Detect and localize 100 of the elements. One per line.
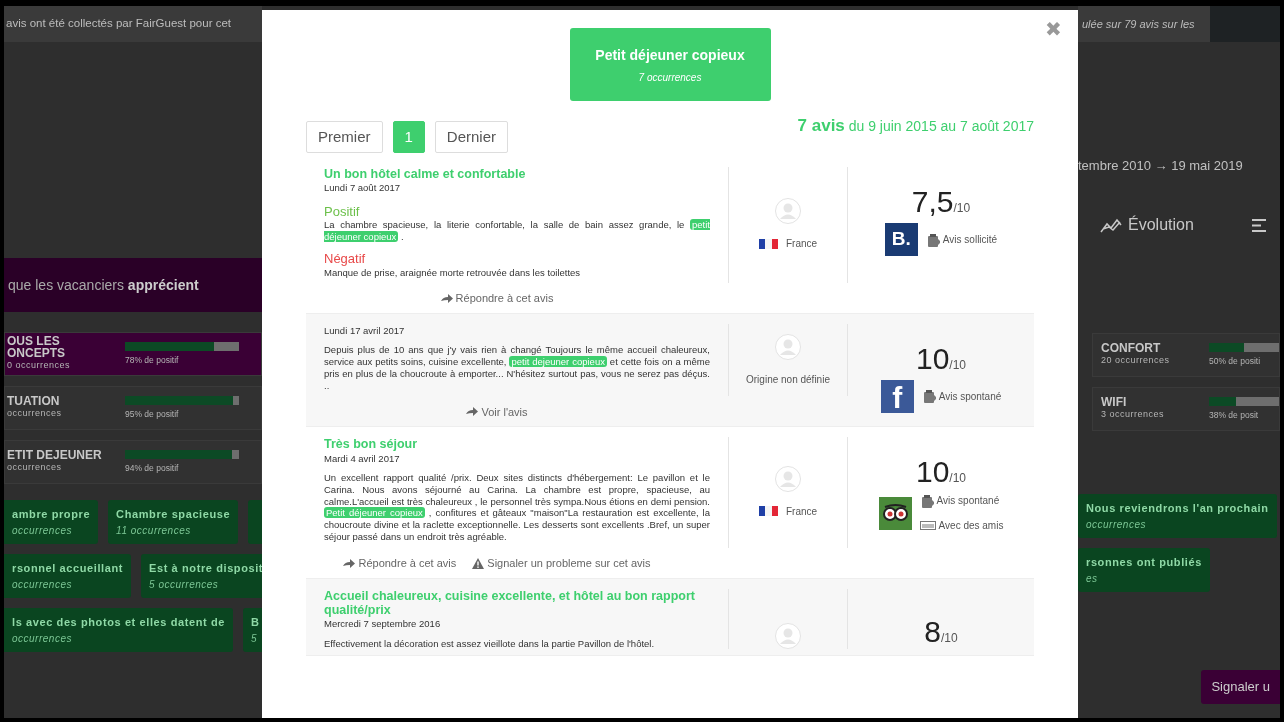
occurrence-count: occurrences bbox=[12, 577, 73, 592]
occurrence-count: occurrences bbox=[12, 631, 73, 646]
avatar-icon bbox=[775, 333, 801, 360]
positive-percentage: 50% de positi bbox=[1209, 354, 1262, 368]
group-icon bbox=[919, 521, 936, 531]
arrow-icon bbox=[343, 558, 356, 568]
page-button[interactable]: Premier bbox=[306, 121, 383, 153]
positive-percentage: 94% de positif bbox=[125, 461, 180, 475]
score: 8/10 bbox=[924, 616, 958, 647]
review-title: Un bon hôtel calme et confortable bbox=[324, 167, 527, 182]
booking-logo: B. bbox=[884, 223, 918, 256]
review-text: La chambre spacieuse, la literie confortable, la salle de bain assez grande, le petit déjeuner copieux . bbox=[324, 219, 710, 243]
avatar-icon bbox=[775, 623, 801, 650]
positive-label: Positif bbox=[324, 203, 361, 220]
warning-icon bbox=[472, 557, 485, 569]
score: 7,5/10 bbox=[911, 187, 971, 217]
flag-icon bbox=[758, 238, 778, 249]
concept-name: ETIT DEJEUNER bbox=[7, 449, 103, 462]
concept-row[interactable]: ETIT DEJEUNER occurrences 94% de positif bbox=[4, 440, 262, 484]
concept-name: TUATION bbox=[7, 395, 61, 408]
country-name: France bbox=[785, 504, 818, 519]
occurrence-count: occurrences bbox=[7, 461, 63, 475]
concept-title: Petit déjeuner copieux bbox=[594, 46, 746, 65]
concept-row[interactable]: WIFI 3 occurrences 38% de posit bbox=[1092, 387, 1280, 431]
occurrence-count: occurrences bbox=[7, 407, 63, 421]
flag-icon bbox=[758, 506, 778, 517]
concept-tag[interactable]: ls avec des photos et elles datent de occurrences bbox=[4, 608, 233, 652]
occurrence-count: 3 occurrences bbox=[1101, 408, 1166, 422]
report-link[interactable]: Signaler un probleme sur cet avis bbox=[472, 555, 651, 572]
occurrence-count: es bbox=[1086, 571, 1099, 586]
tag-label: ambre propre bbox=[12, 507, 91, 522]
concept-name: WIFI bbox=[1101, 396, 1128, 409]
concept-name: OUS LES ONCEPTS bbox=[7, 335, 66, 360]
country-name: France bbox=[785, 237, 818, 252]
review-text: Depuis plus de 10 ans que j'y vais rien à changé Toujours le même accueil chaleureux, service aux petits soins, cuisine excellente, petit dejeuner copieux et cette fois on a même pris en plus de la choucroute à emporter... N'hésitez surtout pas, vous ne serez pas déçus. .. bbox=[324, 344, 710, 392]
review-summary: 7 avis du 9 juin 2015 au 7 août 2017 bbox=[797, 115, 1034, 137]
occurrence-count: 20 occurrences bbox=[1101, 354, 1171, 368]
arrow-icon bbox=[440, 294, 453, 304]
occurrence-count: 5 occurrences bbox=[149, 577, 220, 592]
tag-label: rsonnel accueillant bbox=[12, 561, 124, 576]
trip-type: Avec des amis bbox=[938, 519, 1004, 534]
menu-icon bbox=[1252, 218, 1266, 232]
avatar-icon bbox=[775, 198, 801, 225]
occurrence-count: 11 occurrences bbox=[116, 523, 192, 538]
header-text: avis ont été collectés par FairGuest pour cet bbox=[6, 16, 231, 32]
concept-tag[interactable]: ambre propre occurrences bbox=[4, 500, 99, 544]
page-button[interactable]: Dernier bbox=[434, 121, 509, 153]
review-date: Mardi 4 avril 2017 bbox=[324, 451, 401, 466]
concept-row[interactable]: TUATION occurrences 95% de positif bbox=[4, 386, 262, 430]
owl-logo bbox=[878, 496, 912, 530]
view-link[interactable]: Voir l'avis bbox=[466, 403, 528, 421]
review-title: Accueil chaleureux, cuisine excellente, et hôtel au bon rapport qualité/prix bbox=[324, 588, 696, 618]
review-date: Mercredi 7 septembre 2016 bbox=[324, 617, 442, 632]
concept-tag[interactable]: rsonnel accueillant occurrences bbox=[4, 554, 132, 598]
report-button[interactable]: Signaler u bbox=[1201, 670, 1280, 704]
positive-percentage: 95% de positif bbox=[125, 407, 180, 421]
arrow-icon bbox=[466, 407, 479, 417]
score: 10/10 bbox=[915, 457, 967, 488]
concept-name: CONFORT bbox=[1101, 342, 1162, 355]
concept-tag[interactable]: B 5 bbox=[242, 608, 262, 652]
concept-row[interactable]: CONFORT 20 occurrences 50% de positi bbox=[1092, 333, 1280, 377]
occurrence-count: occurrences bbox=[12, 523, 73, 538]
tag-label: rsonnes ont publiés bbox=[1086, 555, 1202, 570]
tag-label: ls avec des photos et elles datent de bbox=[12, 615, 225, 630]
review-title: Très bon séjour bbox=[324, 437, 419, 452]
score: 10/10 bbox=[915, 343, 967, 374]
occurrence-count: 0 occurrences bbox=[7, 359, 72, 373]
occurrence-count: occurrences bbox=[1086, 517, 1147, 532]
concept-tag[interactable]: Chambre spacieuse 11 occurrences bbox=[108, 500, 239, 544]
negative-label: Négatif bbox=[324, 250, 367, 267]
clipboard-icon bbox=[921, 389, 936, 404]
review-type: Avis spontané bbox=[936, 494, 1000, 509]
clipboard-icon bbox=[925, 232, 940, 247]
date-range: tembre 2010 → 19 mai 2019 bbox=[1078, 157, 1243, 175]
photo-placeholder bbox=[1210, 6, 1280, 42]
header-text: ulée sur 79 avis sur les bbox=[1082, 16, 1195, 32]
concept-row[interactable]: OUS LES ONCEPTS 0 occurrences 78% de positif bbox=[4, 332, 262, 376]
review-text: Un excellent rapport qualité /prix. Deux sites distincts d'hébergement: Le pavillon et le Carina. Nous avons séjourné au Carina. La chambre est propre, spacieuse, au calme.L'accueil est très chaleureux , le personnel très sympa.Nous étions en demi pension. Petit déjeuner copieux , confitures et gâteaux "maison"La restauration est excellente, la choucroute divine et la raclette exceptionnelle. Les desserts sont excellents .Bref, un super séjour passé dans un endroit très agréable. bbox=[324, 471, 710, 544]
avatar-icon bbox=[775, 465, 801, 492]
trend-chart-icon bbox=[1100, 217, 1122, 233]
occurrence-count: 5 bbox=[250, 631, 258, 646]
reply-link[interactable]: Répondre à cet avis bbox=[343, 555, 457, 572]
review-text: Effectivement la décoration est assez vieillote dans la partie Pavillon de l'hôtel. bbox=[324, 637, 656, 650]
facebook-logo: f bbox=[880, 379, 914, 413]
concept-tag[interactable]: Nous reviendrons l'an prochain occurrences bbox=[1078, 494, 1277, 538]
clipboard-icon bbox=[919, 493, 934, 508]
review-type: Avis sollicité bbox=[942, 233, 998, 247]
tag-label: Chambre spacieuse bbox=[116, 507, 231, 522]
review-type: Avis spontané bbox=[938, 389, 1002, 404]
occurrence-count: 7 occurrences bbox=[637, 71, 703, 85]
tag-label: Nous reviendrons l'an prochain bbox=[1086, 501, 1269, 516]
tag-label: B bbox=[250, 615, 260, 630]
positive-percentage: 38% de posit bbox=[1209, 408, 1260, 422]
review-text: Manque de prise, araignée morte retrouvée dans les toilettes bbox=[324, 266, 582, 279]
positive-percentage: 78% de positif bbox=[125, 353, 180, 367]
review-date: Lundi 17 avril 2017 bbox=[324, 323, 406, 338]
concept-tag[interactable]: rsonnes ont publiés es bbox=[1078, 548, 1210, 592]
reply-link[interactable]: Répondre à cet avis bbox=[440, 290, 554, 307]
evolution-tab[interactable]: Évolution bbox=[1100, 213, 1194, 237]
section-heading: que les vacanciers apprécient bbox=[8, 275, 199, 295]
